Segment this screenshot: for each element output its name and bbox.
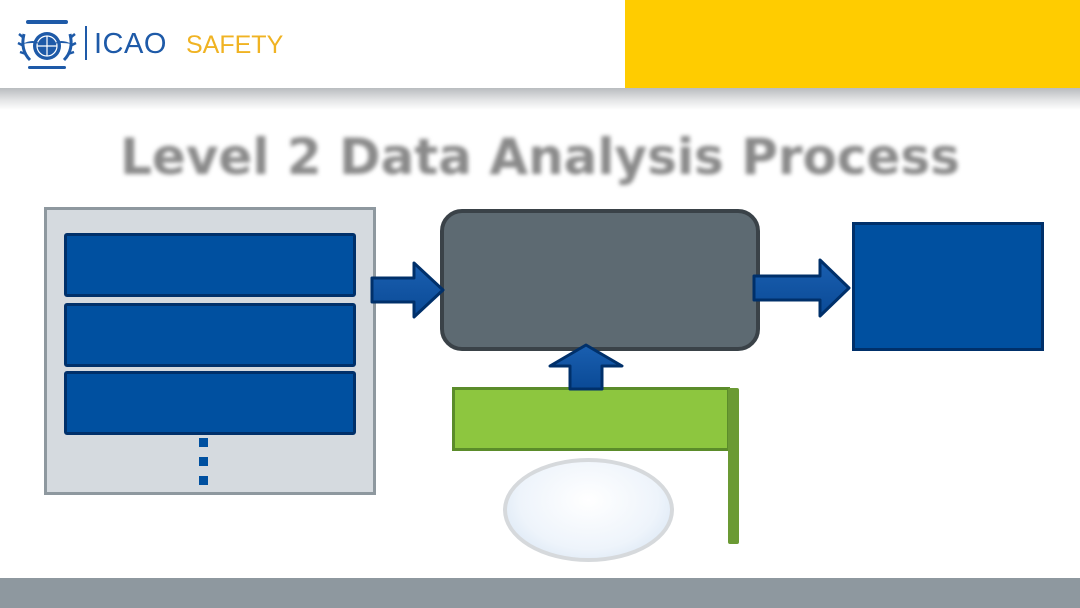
arrow-up-icon — [548, 343, 624, 391]
input-source-box-3 — [64, 371, 356, 435]
slide-title: Level 2 Data Analysis Process — [120, 128, 960, 186]
icao-emblem-icon — [17, 20, 77, 69]
logo-divider — [85, 26, 87, 60]
arrow-right-icon — [752, 258, 851, 318]
header-accent-block — [625, 0, 1080, 88]
header-shadow — [0, 88, 1080, 110]
section-label: SAFETY — [186, 31, 284, 59]
supporting-input-bar — [452, 387, 730, 451]
output-box — [852, 222, 1044, 351]
input-source-box-2 — [64, 303, 356, 367]
analysis-process-box — [440, 209, 760, 351]
arrow-right-icon — [370, 261, 445, 319]
supporting-input-post — [728, 388, 739, 544]
data-ellipse — [503, 458, 674, 562]
ellipsis-dot — [199, 457, 208, 466]
input-source-box-1 — [64, 233, 356, 297]
ellipsis-dot — [199, 438, 208, 447]
slide: ICAO SAFETY Level 2 Data Analysis Proces… — [0, 0, 1080, 608]
footer-bar — [0, 578, 1080, 608]
icao-logo-text: ICAO — [94, 28, 167, 60]
ellipsis-dot — [199, 476, 208, 485]
